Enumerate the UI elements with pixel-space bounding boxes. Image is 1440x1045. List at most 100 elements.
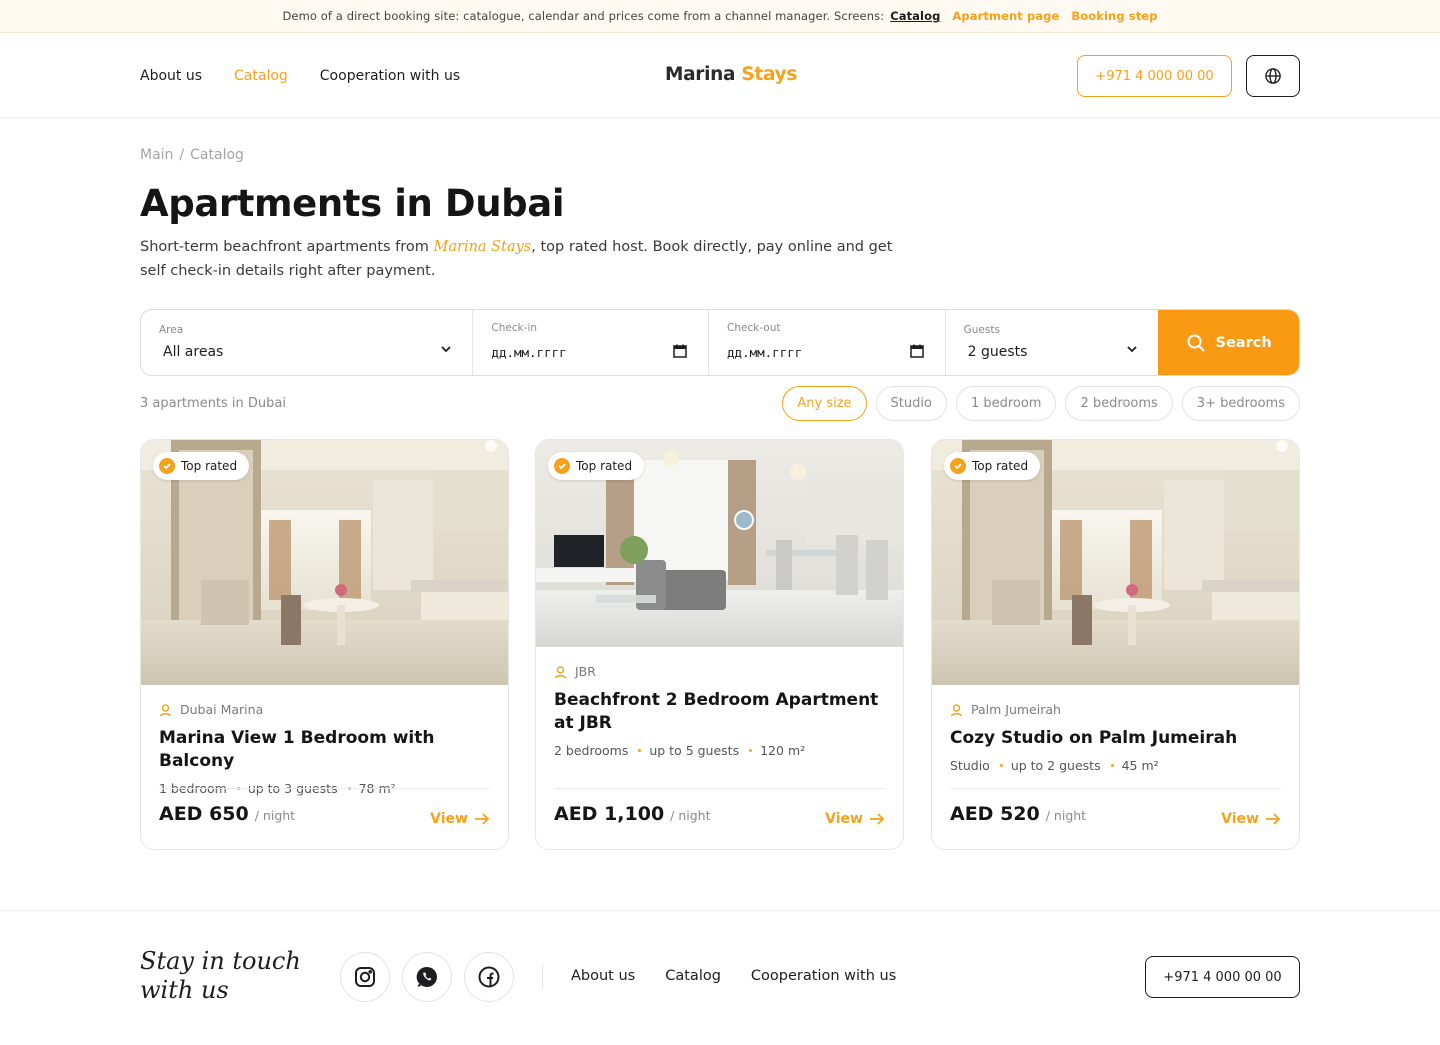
area-select[interactable]: Area All areas — [141, 310, 474, 375]
badge-label: Top rated — [576, 459, 633, 473]
listing-rooms: Studio — [950, 758, 990, 773]
footer-phone-button[interactable]: +971 4 000 00 00 — [1145, 956, 1300, 998]
whatsapp-button[interactable] — [402, 952, 452, 1002]
checkin-label: Check-in — [491, 322, 538, 334]
search-button-label: Search — [1215, 334, 1272, 351]
price-unit: / night — [670, 808, 711, 823]
filter-2-bedrooms[interactable]: 2 bedrooms — [1065, 386, 1173, 421]
location-pin-icon — [950, 703, 963, 716]
view-button[interactable]: View — [430, 811, 490, 827]
demo-link-apartment-page[interactable]: Apartment page — [952, 9, 1059, 23]
check-icon — [554, 458, 570, 474]
nav-about-us[interactable]: About us — [140, 68, 202, 84]
footer-separator — [542, 965, 543, 989]
subtitle-text-start: Short-term beachfront apartments from — [140, 239, 434, 255]
chevron-down-icon — [1126, 346, 1137, 353]
listing-location-text: JBR — [575, 664, 596, 679]
listing-title[interactable]: Marina View 1 Bedroom with Balcony — [159, 727, 490, 773]
listing-location-text: Palm Jumeirah — [971, 702, 1061, 717]
page-subtitle: Short-term beachfront apartments from Ma… — [140, 235, 910, 283]
logo-word-stays: Stays — [741, 64, 798, 85]
guests-value: 2 guests — [967, 344, 1028, 360]
checkout-input[interactable]: Check-out дд.мм.гггг — [709, 310, 946, 375]
listing-photo[interactable]: Top rated — [536, 440, 903, 647]
listing-area: 120 m² — [760, 743, 806, 758]
area-label: Area — [159, 324, 184, 336]
location-pin-icon — [159, 703, 172, 716]
card-divider — [159, 788, 490, 789]
facebook-button[interactable] — [464, 952, 514, 1002]
footer-tagline-line2: with us — [140, 976, 229, 1004]
breadcrumb: Main / Catalog — [140, 147, 244, 163]
nav-cooperation[interactable]: Cooperation with us — [320, 68, 460, 84]
listing-photo[interactable]: Top rated — [932, 440, 1299, 685]
listing-specs: 2 bedrooms up to 5 guests 120 m² — [554, 743, 885, 758]
price-amount: AED 520 — [950, 803, 1040, 825]
footer-nav: About us Catalog Cooperation with us — [571, 968, 896, 984]
listing-area: 45 m² — [1121, 758, 1159, 773]
price-amount: AED 1,100 — [554, 803, 665, 825]
checkout-label: Check-out — [727, 322, 781, 334]
view-label: View — [825, 811, 863, 827]
check-icon — [159, 458, 175, 474]
listing-price: AED 520 / night — [950, 803, 1086, 825]
listing-price: AED 650 / night — [159, 803, 295, 825]
filter-studio[interactable]: Studio — [875, 386, 947, 421]
filter-any-size[interactable]: Any size — [782, 386, 867, 421]
logo-word-marina: Marina — [665, 64, 736, 85]
guests-label: Guests — [963, 324, 1000, 336]
listing-body: JBR Beachfront 2 Bedroom Apartment at JB… — [554, 664, 885, 758]
footer-tagline: Stay in touch with us — [140, 947, 301, 1005]
nav-catalog[interactable]: Catalog — [234, 68, 288, 84]
view-button[interactable]: View — [1221, 811, 1281, 827]
facebook-icon — [478, 966, 500, 988]
language-button[interactable] — [1246, 55, 1300, 97]
search-bar: Area All areas Check-in дд.мм.гггг Check… — [140, 309, 1300, 376]
listing-title[interactable]: Cozy Studio on Palm Jumeirah — [950, 727, 1281, 750]
whatsapp-icon — [416, 966, 437, 987]
top-rated-badge: Top rated — [548, 452, 645, 480]
footer-nav-cooperation[interactable]: Cooperation with us — [751, 968, 896, 984]
size-filters: Any size Studio 1 bedroom 2 bedrooms 3+ … — [782, 386, 1300, 421]
arrow-right-icon — [870, 813, 885, 825]
breadcrumb-separator: / — [179, 147, 185, 163]
filter-1-bedroom[interactable]: 1 bedroom — [955, 386, 1057, 421]
spec-dot — [638, 749, 642, 752]
listing-title[interactable]: Beachfront 2 Bedroom Apartment at JBR — [554, 689, 885, 735]
price-unit: / night — [254, 808, 296, 823]
breadcrumb-main[interactable]: Main — [140, 147, 173, 163]
listing-specs: Studio up to 2 guests 45 m² — [950, 758, 1281, 773]
filter-3-plus-bedrooms[interactable]: 3+ bedrooms — [1181, 386, 1300, 421]
instagram-icon — [355, 967, 375, 987]
chevron-down-icon — [441, 346, 451, 353]
calendar-icon[interactable] — [910, 344, 924, 358]
listing-card[interactable]: Top rated Palm Jumeirah Cozy Studio on P… — [931, 439, 1300, 850]
demo-link-catalog[interactable]: Catalog — [890, 9, 940, 23]
listing-location: Dubai Marina — [159, 702, 490, 717]
listing-photo[interactable]: Top rated — [141, 440, 508, 685]
badge-label: Top rated — [972, 459, 1029, 473]
listing-body: Palm Jumeirah Cozy Studio on Palm Jumeir… — [950, 702, 1281, 773]
demo-link-booking-step[interactable]: Booking step — [1071, 9, 1157, 23]
price-amount: AED 650 — [159, 803, 249, 825]
listing-card[interactable]: Top rated Dubai Marina Marina View 1 Bed… — [140, 439, 509, 850]
check-icon — [950, 458, 966, 474]
search-button[interactable]: Search — [1158, 310, 1299, 375]
header-phone-button[interactable]: +971 4 000 00 00 — [1077, 55, 1232, 97]
site-logo[interactable]: Marina Stays — [665, 64, 797, 85]
top-rated-badge: Top rated — [153, 452, 250, 480]
view-label: View — [430, 811, 468, 827]
guests-select[interactable]: Guests 2 guests — [946, 310, 1159, 375]
results-count: 3 apartments in Dubai — [140, 396, 286, 411]
footer-tagline-line1: Stay in touch — [140, 947, 301, 975]
search-icon — [1187, 334, 1205, 352]
calendar-icon[interactable] — [673, 344, 688, 358]
view-button[interactable]: View — [825, 811, 885, 827]
page-title: Apartments in Dubai — [140, 182, 565, 225]
footer-nav-about-us[interactable]: About us — [571, 968, 635, 984]
instagram-button[interactable] — [340, 952, 390, 1002]
footer-nav-catalog[interactable]: Catalog — [665, 968, 721, 984]
listing-card[interactable]: Top rated JBR Beachfront 2 Bedroom Apart… — [535, 439, 904, 850]
checkin-input[interactable]: Check-in дд.мм.гггг — [473, 310, 710, 375]
card-divider — [950, 788, 1281, 789]
